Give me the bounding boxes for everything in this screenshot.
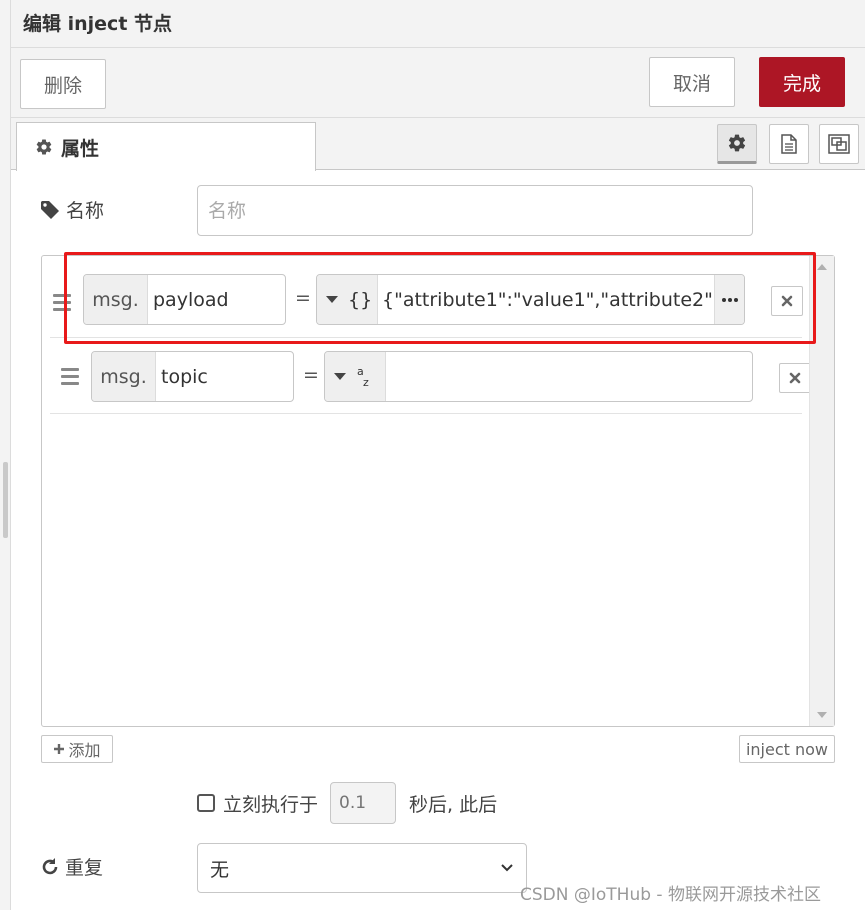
repeat-select-value: 无 (210, 858, 230, 881)
tray-title: 编辑 inject 节点 (23, 13, 173, 35)
close-icon (789, 372, 801, 384)
scroll-up-icon[interactable] (817, 264, 827, 270)
msg-prefix: msg. (92, 352, 156, 401)
equals-sign: = (295, 287, 311, 309)
watermark-text: CSDN @IoTHub - 物联网开源技术社区 (520, 885, 821, 905)
remove-row-button[interactable] (771, 286, 803, 316)
inject-once-label: 立刻执行于 (223, 793, 319, 816)
property-row-topic: msg. topic = a z (50, 337, 811, 413)
file-text-icon (781, 134, 797, 154)
property-value-field[interactable]: a z (324, 351, 753, 402)
property-name-value: payload (153, 288, 229, 311)
gear-icon (728, 134, 746, 152)
tab-properties-label: 属性 (61, 137, 100, 160)
property-name-value: topic (161, 365, 208, 388)
property-row-payload: msg. payload = {} {"attribute1":"value1"… (42, 261, 810, 337)
add-property-label: 添加 (68, 741, 101, 760)
node-appearance-button[interactable] (819, 124, 859, 164)
delete-button[interactable]: 删除 (20, 59, 106, 109)
property-name-field[interactable]: msg. payload (83, 274, 286, 325)
done-button[interactable]: 完成 (759, 57, 845, 107)
drag-handle[interactable] (61, 368, 79, 389)
gear-icon (36, 139, 52, 155)
node-properties-button[interactable] (717, 124, 757, 164)
chevron-down-icon (501, 864, 513, 872)
cancel-button[interactable]: 取消 (649, 57, 735, 107)
property-list: msg. payload = {} {"attribute1":"value1"… (41, 255, 835, 727)
name-label: 名称 (40, 196, 104, 223)
expand-editor-button[interactable] (714, 275, 744, 324)
repeat-icon (42, 857, 58, 874)
remove-row-button[interactable] (779, 363, 811, 393)
inject-once-checkbox[interactable] (197, 794, 215, 812)
msg-prefix: msg. (84, 275, 148, 324)
repeat-label-text: 重复 (65, 857, 104, 879)
tab-bar: 属性 (11, 118, 865, 171)
add-property-button[interactable]: 添加 (41, 735, 113, 763)
inject-now-button[interactable]: inject now (739, 735, 835, 763)
type-select[interactable]: a z (325, 352, 386, 401)
repeat-select[interactable]: 无 (197, 843, 527, 893)
type-select[interactable]: {} (317, 275, 378, 324)
name-input[interactable] (197, 185, 753, 236)
json-type-icon: {} (348, 288, 373, 311)
tag-icon (41, 200, 59, 219)
repeat-label: 重复 (40, 853, 103, 880)
property-value-text[interactable] (386, 352, 752, 401)
object-group-icon (828, 134, 850, 154)
node-description-button[interactable] (769, 124, 809, 164)
property-value-text[interactable]: {"attribute1":"value1","attribute2":true (378, 275, 714, 324)
caret-down-icon (334, 373, 346, 380)
list-scrollbar[interactable] (809, 256, 834, 726)
inject-once-delay-input[interactable] (330, 782, 397, 824)
equals-sign: = (303, 364, 319, 386)
row-divider (50, 413, 802, 414)
inject-once-suffix: 秒后, 此后 (409, 793, 498, 816)
inject-once-row: 立刻执行于 秒后, 此后 (197, 782, 497, 824)
name-label-text: 名称 (66, 200, 105, 222)
drag-handle[interactable] (53, 294, 71, 315)
svg-text:z: z (363, 376, 369, 388)
property-name-field[interactable]: msg. topic (91, 351, 294, 402)
left-gutter (0, 0, 11, 910)
plus-icon (54, 744, 65, 754)
caret-down-icon (326, 296, 338, 303)
property-value-field[interactable]: {} {"attribute1":"value1","attribute2":t… (316, 274, 745, 325)
scroll-down-icon[interactable] (817, 712, 827, 718)
tray-toolbar: 删除 取消 完成 (11, 48, 865, 118)
sidebar-resize-handle[interactable] (3, 462, 8, 538)
string-type-icon: a z (357, 366, 369, 388)
close-icon (781, 295, 793, 307)
tray-header: 编辑 inject 节点 (11, 0, 865, 48)
tab-properties[interactable]: 属性 (16, 122, 316, 171)
